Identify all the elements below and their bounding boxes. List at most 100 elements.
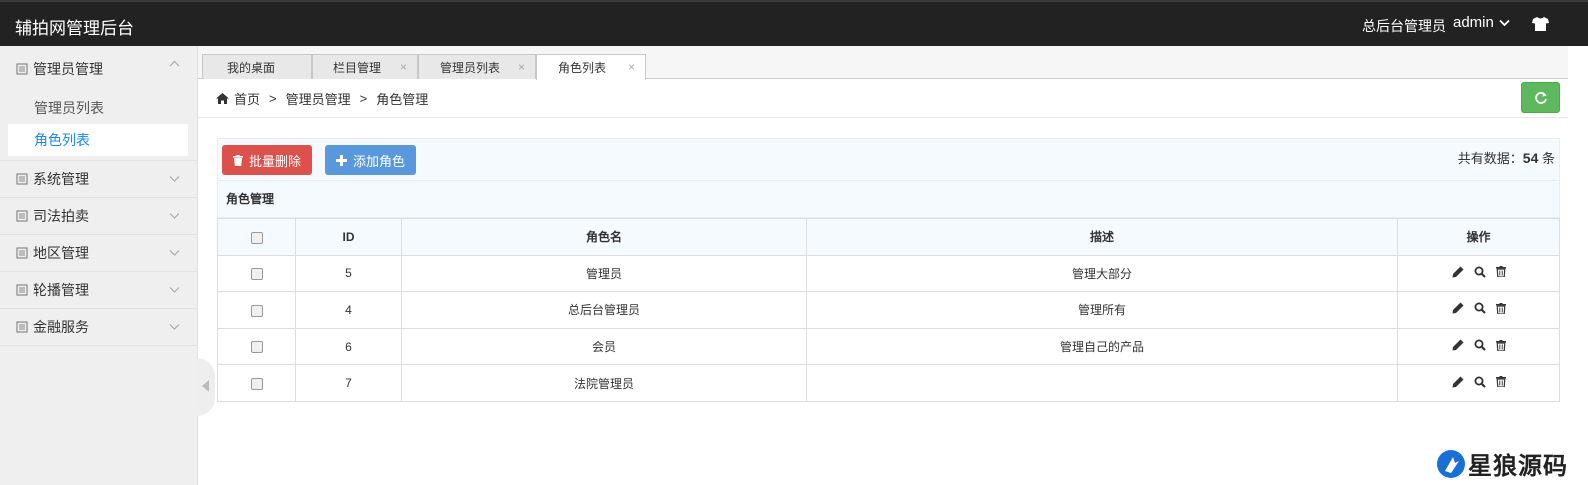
column-header-id: ID [295, 218, 402, 256]
table-row: 7 法院管理员 [217, 364, 1560, 402]
menu-head-judicial[interactable]: 司法拍卖 [0, 198, 197, 234]
cell-desc: 管理自己的产品 [806, 327, 1398, 366]
cell-name: 总后台管理员 [401, 291, 807, 329]
user-menu[interactable]: admin [1453, 14, 1510, 31]
search-icon[interactable] [1474, 302, 1486, 315]
menu-label: 系统管理 [33, 171, 89, 187]
trash-icon [233, 154, 243, 166]
menu-group-finance: 金融服务 [0, 309, 197, 346]
row-checkbox[interactable] [250, 268, 263, 281]
cell-ops [1397, 364, 1560, 402]
chevron-down-icon [169, 213, 180, 219]
user-role: 总后台管理员 [1362, 18, 1446, 34]
row-select-cell [217, 364, 296, 402]
row-checkbox[interactable] [250, 378, 263, 390]
row-select-cell [217, 254, 296, 293]
trash-icon[interactable] [1495, 266, 1506, 278]
app-title: 辅拍网管理后台 [15, 19, 134, 38]
edit-icon[interactable] [1452, 266, 1464, 278]
tab-bar: 我的桌面 栏目管理 × 管理员列表 × 角色列表 × [198, 46, 1568, 80]
sidebar-item-admin-list[interactable]: 管理员列表 [0, 92, 197, 124]
record-count: 共有数据：54 条 [1458, 148, 1555, 167]
menu-head-carousel[interactable]: 轮播管理 [0, 272, 197, 308]
tab-role-list[interactable]: 角色列表 × [536, 54, 646, 80]
menu-group-judicial: 司法拍卖 [0, 198, 197, 235]
select-all-checkbox[interactable] [250, 231, 263, 244]
sidebar-item-role-list[interactable]: 角色列表 [8, 124, 188, 156]
document-icon [16, 321, 28, 333]
cell-name: 管理员 [401, 254, 807, 293]
table-row: 6 会员 管理自己的产品 [217, 327, 1560, 366]
breadcrumb-level1[interactable]: 管理员管理 [286, 89, 351, 108]
document-icon [16, 284, 28, 296]
trash-icon[interactable] [1495, 376, 1506, 388]
cell-name: 会员 [401, 327, 807, 366]
trash-icon[interactable] [1495, 339, 1506, 351]
sidebar-toggle[interactable] [197, 358, 215, 416]
top-navbar: 辅拍网管理后台 总后台管理员 admin [0, 0, 1588, 46]
refresh-button[interactable] [1521, 82, 1560, 113]
tab-desktop[interactable]: 我的桌面 [202, 54, 312, 79]
column-header-desc: 描述 [806, 218, 1398, 256]
tab-column-manage[interactable]: 栏目管理 × [312, 54, 418, 79]
tab-label: 角色列表 [558, 61, 607, 75]
column-header-ops: 操作 [1397, 218, 1560, 256]
row-checkbox[interactable] [250, 304, 263, 317]
username: admin [1453, 14, 1494, 31]
cell-desc: 管理所有 [806, 291, 1398, 329]
cell-ops [1397, 254, 1560, 293]
menu-head-admin[interactable]: 管理员管理 [0, 46, 197, 92]
count-prefix: 共有数据： [1457, 151, 1523, 166]
tab-label: 我的桌面 [227, 60, 276, 75]
tab-label: 管理员列表 [440, 60, 501, 75]
menu-head-finance[interactable]: 金融服务 [0, 309, 197, 345]
edit-icon[interactable] [1452, 339, 1464, 351]
search-icon[interactable] [1474, 266, 1486, 278]
select-all-cell [217, 218, 296, 256]
edit-icon[interactable] [1452, 302, 1464, 314]
document-icon [16, 247, 28, 259]
menu-head-system[interactable]: 系统管理 [0, 161, 197, 197]
row-select-cell [217, 327, 296, 366]
close-icon[interactable]: × [400, 60, 407, 74]
cell-id: 6 [295, 327, 402, 366]
search-icon[interactable] [1474, 376, 1486, 388]
batch-delete-button[interactable]: 批量删除 [222, 145, 313, 175]
menu-label: 管理员管理 [33, 61, 103, 77]
breadcrumb-level2: 角色管理 [376, 92, 429, 107]
add-role-button[interactable]: 添加角色 [325, 145, 417, 175]
column-header-name: 角色名 [401, 218, 807, 256]
watermark-logo: 星狼源码 [1436, 446, 1568, 481]
submenu-admin: 管理员列表 角色列表 [0, 92, 197, 160]
menu-head-region[interactable]: 地区管理 [0, 235, 197, 271]
count-value: 54 [1522, 150, 1539, 166]
breadcrumb-home[interactable]: 首页 [234, 89, 260, 108]
cell-id: 5 [295, 254, 402, 293]
row-checkbox[interactable] [250, 341, 263, 354]
menu-label: 金融服务 [33, 319, 89, 335]
toolbar: 批量删除 添加角色 共有数据：54 条 [217, 138, 1560, 181]
cell-id: 7 [295, 364, 402, 402]
breadcrumb: 首页 > 管理员管理 > 角色管理 [198, 80, 1568, 118]
watermark-text: 星狼源码 [1468, 453, 1568, 480]
document-icon [16, 173, 28, 185]
trash-icon[interactable] [1495, 302, 1506, 314]
chevron-up-icon [169, 60, 180, 67]
cell-desc: 管理大部分 [806, 254, 1398, 293]
menu-group-region: 地区管理 [0, 235, 197, 272]
shirt-icon[interactable] [1532, 17, 1549, 31]
edit-icon[interactable] [1452, 376, 1464, 388]
close-icon[interactable]: × [628, 60, 635, 74]
cell-ops [1397, 291, 1560, 329]
menu-label: 轮播管理 [33, 282, 89, 298]
chevron-down-icon [169, 250, 180, 256]
document-icon [16, 63, 28, 75]
close-icon[interactable]: × [518, 60, 525, 74]
document-icon [16, 210, 28, 222]
plus-icon [336, 154, 347, 166]
refresh-icon [1534, 91, 1547, 104]
count-suffix: 条 [1538, 151, 1555, 166]
cell-id: 4 [295, 291, 402, 329]
tab-admin-list[interactable]: 管理员列表 × [418, 54, 536, 79]
search-icon[interactable] [1474, 339, 1486, 351]
